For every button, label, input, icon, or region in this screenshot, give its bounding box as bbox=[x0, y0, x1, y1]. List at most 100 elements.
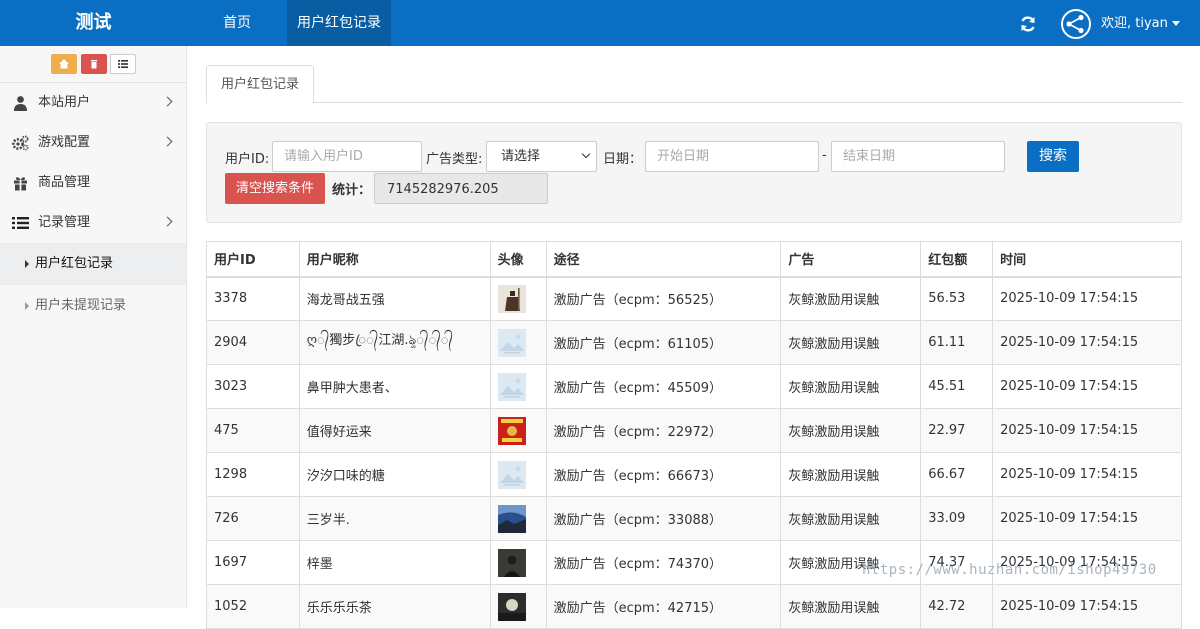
end-date-input[interactable] bbox=[831, 141, 1005, 172]
sidebar-item-label: 游戏配置 bbox=[38, 135, 91, 150]
cell-path: 激励广告（ecpm：22972） bbox=[545, 408, 782, 453]
total-value: 7145282976.205 bbox=[374, 173, 548, 204]
avatar-thumbnail bbox=[497, 548, 526, 577]
ad-type-select[interactable]: 请选择 bbox=[486, 141, 597, 172]
avatar-thumbnail bbox=[497, 504, 526, 533]
nav-red-packet-records[interactable]: 用户红包记录 bbox=[287, 0, 391, 46]
cell-user-id: 1052 bbox=[206, 584, 300, 629]
sidebar-item-label: 本站用户 bbox=[38, 95, 91, 110]
gears-icon bbox=[12, 135, 29, 151]
sidebar-item-label: 记录管理 bbox=[38, 215, 91, 230]
cell-ad: 灰鲸激励用误触 bbox=[780, 408, 922, 453]
table-header-row: 用户ID 用户昵称 头像 途径 广告 红包额 时间 bbox=[206, 241, 1182, 278]
list-icon bbox=[12, 217, 29, 229]
cell-path: 激励广告（ecpm：66673） bbox=[545, 452, 782, 497]
user-icon bbox=[14, 96, 27, 111]
caret-right-icon bbox=[25, 302, 29, 310]
home-icon[interactable] bbox=[51, 54, 77, 74]
sidebar-item-label: 商品管理 bbox=[38, 175, 91, 190]
avatar-thumbnail bbox=[497, 416, 526, 445]
watermark-text: https://www.huzhan.com/ishop49730 bbox=[862, 562, 1157, 578]
chevron-down-icon bbox=[581, 149, 591, 159]
cell-avatar bbox=[489, 320, 547, 365]
cell-nickname: 鼻甲肿大患者、 bbox=[298, 364, 491, 409]
date-label: 日期： bbox=[603, 152, 643, 167]
search-panel: 用户ID: 广告类型: 请选择 日期： - 搜索 清空搜索条件 统计： 7145… bbox=[206, 122, 1182, 223]
cell-path: 激励广告（ecpm：56525） bbox=[545, 276, 782, 321]
cell-amount: 45.51 bbox=[920, 364, 994, 409]
ad-type-selected: 请选择 bbox=[501, 149, 541, 164]
cell-user-id: 2904 bbox=[206, 320, 300, 365]
user-avatar[interactable] bbox=[1061, 9, 1091, 39]
cell-user-id: 475 bbox=[206, 408, 300, 453]
avatar-thumbnail bbox=[497, 328, 526, 357]
cell-nickname: 梓墨 bbox=[298, 540, 491, 585]
col-header-amount: 红包额 bbox=[920, 241, 994, 278]
cell-nickname: ღ᭄獨步ꦿ᭄江湖.ৡ᭄᭄᭄ bbox=[298, 320, 491, 365]
cell-user-id: 3378 bbox=[206, 276, 300, 321]
cell-ad: 灰鲸激励用误触 bbox=[780, 496, 922, 541]
sidebar-item-site-users[interactable]: 本站用户 bbox=[0, 83, 186, 123]
cell-avatar bbox=[489, 496, 547, 541]
search-button[interactable]: 搜索 bbox=[1027, 141, 1079, 172]
user-id-input[interactable] bbox=[272, 141, 422, 172]
cell-avatar bbox=[489, 364, 547, 409]
nav-home[interactable]: 首页 bbox=[213, 0, 261, 46]
table-row: 726 三岁半. 激励广告（ecpm：33088） 灰鲸激励用误触 33.09 2025-… bbox=[206, 496, 1182, 541]
user-menu[interactable]: 欢迎, tiyan bbox=[1101, 0, 1180, 46]
table-row: 1298 汐汐口味的糖 激励广告（ecpm：66673） 灰鲸激励用误触 66.67 20… bbox=[206, 452, 1182, 497]
top-navbar: 测试 首页 用户红包记录 欢迎, tiyan bbox=[0, 0, 1200, 46]
sidebar-toolbar bbox=[0, 46, 186, 83]
cell-path: 激励广告（ecpm：45509） bbox=[545, 364, 782, 409]
cell-avatar bbox=[489, 452, 547, 497]
table-row: 2904 ღ᭄獨步ꦿ᭄江湖.ৡ᭄᭄᭄ 激励广告（ecpm：61105） 灰鲸激励用误触… bbox=[206, 320, 1182, 365]
col-header-avatar: 头像 bbox=[489, 241, 547, 278]
chevron-right-icon bbox=[162, 216, 173, 227]
cell-nickname: 乐乐乐乐茶 bbox=[298, 584, 491, 629]
avatar-thumbnail bbox=[497, 372, 526, 401]
cell-user-id: 1697 bbox=[206, 540, 300, 585]
table-row: 3023 鼻甲肿大患者、 激励广告（ecpm：45509） 灰鲸激励用误触 45.51 2… bbox=[206, 364, 1182, 409]
cell-nickname: 三岁半. bbox=[298, 496, 491, 541]
avatar-thumbnail bbox=[497, 592, 526, 621]
sidebar-item-game-config[interactable]: 游戏配置 bbox=[0, 123, 186, 163]
cell-path: 激励广告（ecpm：61105） bbox=[545, 320, 782, 365]
cell-path: 激励广告（ecpm：42715） bbox=[545, 584, 782, 629]
cell-time: 2025-10-09 17:54:15 bbox=[992, 276, 1182, 321]
sidebar-subitem-unwithdrawn-records[interactable]: 用户未提现记录 bbox=[0, 285, 186, 327]
sidebar: 本站用户 游戏配置 商品管理 记录管理 用户红包记录 用户未提现记录 bbox=[0, 46, 187, 608]
cell-amount: 33.09 bbox=[920, 496, 994, 541]
clear-search-button[interactable]: 清空搜索条件 bbox=[225, 173, 326, 204]
cell-amount: 42.72 bbox=[920, 584, 994, 629]
sidebar-item-record-management[interactable]: 记录管理 bbox=[0, 203, 186, 243]
cell-ad: 灰鲸激励用误触 bbox=[780, 320, 922, 365]
user-id-label: 用户ID: bbox=[225, 152, 270, 167]
cell-avatar bbox=[489, 540, 547, 585]
table-row: 475 值得好运来 激励广告（ecpm：22972） 灰鲸激励用误触 22.97 2025… bbox=[206, 408, 1182, 453]
brand-title[interactable]: 测试 bbox=[0, 0, 187, 46]
table-row: 1052 乐乐乐乐茶 激励广告（ecpm：42715） 灰鲸激励用误触 42.72 202… bbox=[206, 584, 1182, 629]
gift-icon bbox=[14, 177, 27, 191]
sidebar-item-goods[interactable]: 商品管理 bbox=[0, 163, 186, 203]
cell-time: 2025-10-09 17:54:15 bbox=[992, 364, 1182, 409]
list-icon[interactable] bbox=[110, 54, 136, 74]
col-header-user-id: 用户ID bbox=[206, 241, 300, 278]
cell-path: 激励广告（ecpm：33088） bbox=[545, 496, 782, 541]
cell-user-id: 3023 bbox=[206, 364, 300, 409]
cell-amount: 56.53 bbox=[920, 276, 994, 321]
cell-ad: 灰鲸激励用误触 bbox=[780, 276, 922, 321]
date-separator: - bbox=[822, 148, 827, 163]
start-date-input[interactable] bbox=[645, 141, 819, 172]
cell-amount: 22.97 bbox=[920, 408, 994, 453]
tab-red-packet-records[interactable]: 用户红包记录 bbox=[206, 65, 315, 104]
total-label: 统计： bbox=[332, 183, 372, 198]
refresh-icon[interactable] bbox=[1019, 15, 1037, 33]
sidebar-subitem-label: 用户红包记录 bbox=[35, 256, 114, 271]
cell-amount: 61.11 bbox=[920, 320, 994, 365]
trash-icon[interactable] bbox=[81, 54, 107, 74]
cell-time: 2025-10-09 17:54:15 bbox=[992, 320, 1182, 365]
cell-nickname: 值得好运来 bbox=[298, 408, 491, 453]
cell-ad: 灰鲸激励用误触 bbox=[780, 584, 922, 629]
avatar-thumbnail bbox=[497, 284, 526, 313]
sidebar-subitem-red-packet-records[interactable]: 用户红包记录 bbox=[0, 243, 186, 285]
